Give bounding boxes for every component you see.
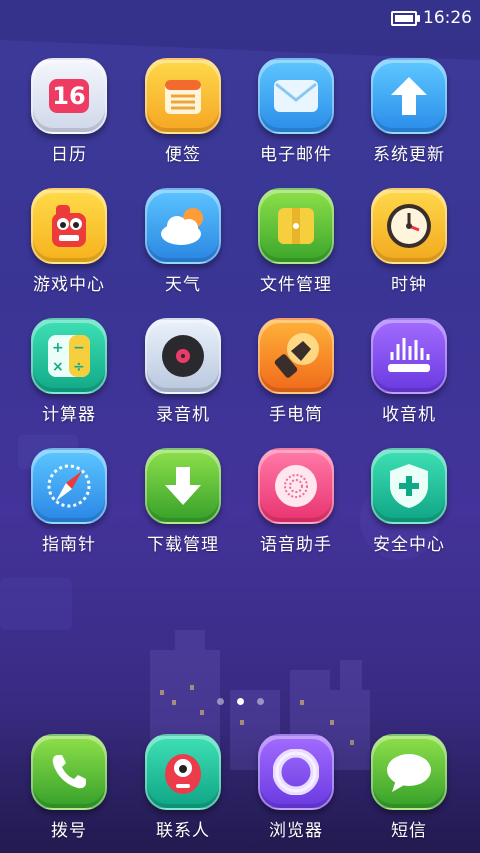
svg-text:−: − bbox=[73, 340, 85, 356]
app-game-center[interactable]: 游戏中心 bbox=[19, 188, 119, 295]
compass-icon bbox=[31, 448, 107, 524]
status-bar: 16:26 bbox=[0, 0, 480, 36]
app-clock[interactable]: 时钟 bbox=[359, 188, 459, 295]
app-label: 日历 bbox=[51, 145, 87, 165]
app-calculator[interactable]: + − × ÷ 计算器 bbox=[19, 318, 119, 425]
app-email[interactable]: 电子邮件 bbox=[246, 58, 346, 165]
page-dot-active[interactable] bbox=[236, 698, 244, 705]
app-system-update[interactable]: 系统更新 bbox=[359, 58, 459, 165]
status-time: 16:26 bbox=[423, 8, 472, 28]
app-file-manager[interactable]: 文件管理 bbox=[246, 188, 346, 295]
voice-assistant-icon bbox=[258, 448, 334, 524]
page-indicator[interactable] bbox=[0, 698, 480, 705]
app-flashlight[interactable]: 手电筒 bbox=[246, 318, 346, 425]
calendar-icon: 16 bbox=[31, 58, 107, 134]
phone-icon bbox=[31, 734, 107, 810]
app-label: 语音助手 bbox=[260, 535, 332, 555]
calculator-icon: + − × ÷ bbox=[31, 318, 107, 394]
dock-messages[interactable]: 短信 bbox=[359, 734, 459, 841]
email-icon bbox=[258, 58, 334, 134]
system-update-icon bbox=[371, 58, 447, 134]
notes-icon bbox=[145, 58, 221, 134]
app-voice-assistant[interactable]: 语音助手 bbox=[246, 448, 346, 555]
svg-text:×: × bbox=[52, 359, 64, 375]
app-calendar[interactable]: 16 日历 bbox=[19, 58, 119, 165]
app-label: 时钟 bbox=[391, 275, 427, 295]
app-label: 下载管理 bbox=[147, 535, 219, 555]
flashlight-icon bbox=[258, 318, 334, 394]
app-weather[interactable]: 天气 bbox=[133, 188, 233, 295]
app-recorder[interactable]: 录音机 bbox=[133, 318, 233, 425]
messages-icon bbox=[371, 734, 447, 810]
contacts-icon bbox=[145, 734, 221, 810]
svg-text:÷: ÷ bbox=[73, 359, 85, 375]
app-label: 安全中心 bbox=[373, 535, 445, 555]
app-label: 浏览器 bbox=[269, 821, 323, 841]
recorder-icon bbox=[145, 318, 221, 394]
app-download-manager[interactable]: 下载管理 bbox=[133, 448, 233, 555]
app-label: 电子邮件 bbox=[260, 145, 332, 165]
app-label: 游戏中心 bbox=[33, 275, 105, 295]
app-label: 录音机 bbox=[156, 405, 210, 425]
app-label: 文件管理 bbox=[260, 275, 332, 295]
app-label: 计算器 bbox=[42, 405, 96, 425]
game-center-icon bbox=[31, 188, 107, 264]
svg-text:+: + bbox=[52, 340, 64, 356]
app-notes[interactable]: 便签 bbox=[133, 58, 233, 165]
download-manager-icon bbox=[145, 448, 221, 524]
clock-icon bbox=[371, 188, 447, 264]
file-manager-icon bbox=[258, 188, 334, 264]
app-security-center[interactable]: 安全中心 bbox=[359, 448, 459, 555]
app-compass[interactable]: 指南针 bbox=[19, 448, 119, 555]
app-label: 拨号 bbox=[51, 821, 87, 841]
battery-icon bbox=[391, 10, 420, 26]
page-dot[interactable] bbox=[256, 698, 264, 705]
app-label: 收音机 bbox=[382, 405, 436, 425]
app-label: 指南针 bbox=[42, 535, 96, 555]
weather-icon bbox=[145, 188, 221, 264]
app-label: 天气 bbox=[165, 275, 201, 295]
page-dot[interactable] bbox=[216, 698, 224, 705]
app-label: 联系人 bbox=[156, 821, 210, 841]
app-label: 手电筒 bbox=[269, 405, 323, 425]
calendar-date-badge: 16 bbox=[49, 79, 89, 113]
browser-icon bbox=[258, 734, 334, 810]
dock-browser[interactable]: 浏览器 bbox=[246, 734, 346, 841]
app-radio[interactable]: 收音机 bbox=[359, 318, 459, 425]
app-label: 系统更新 bbox=[373, 145, 445, 165]
app-label: 短信 bbox=[391, 821, 427, 841]
security-center-icon bbox=[371, 448, 447, 524]
dock-contacts[interactable]: 联系人 bbox=[133, 734, 233, 841]
dock-phone[interactable]: 拨号 bbox=[19, 734, 119, 841]
radio-icon bbox=[371, 318, 447, 394]
app-label: 便签 bbox=[165, 145, 201, 165]
